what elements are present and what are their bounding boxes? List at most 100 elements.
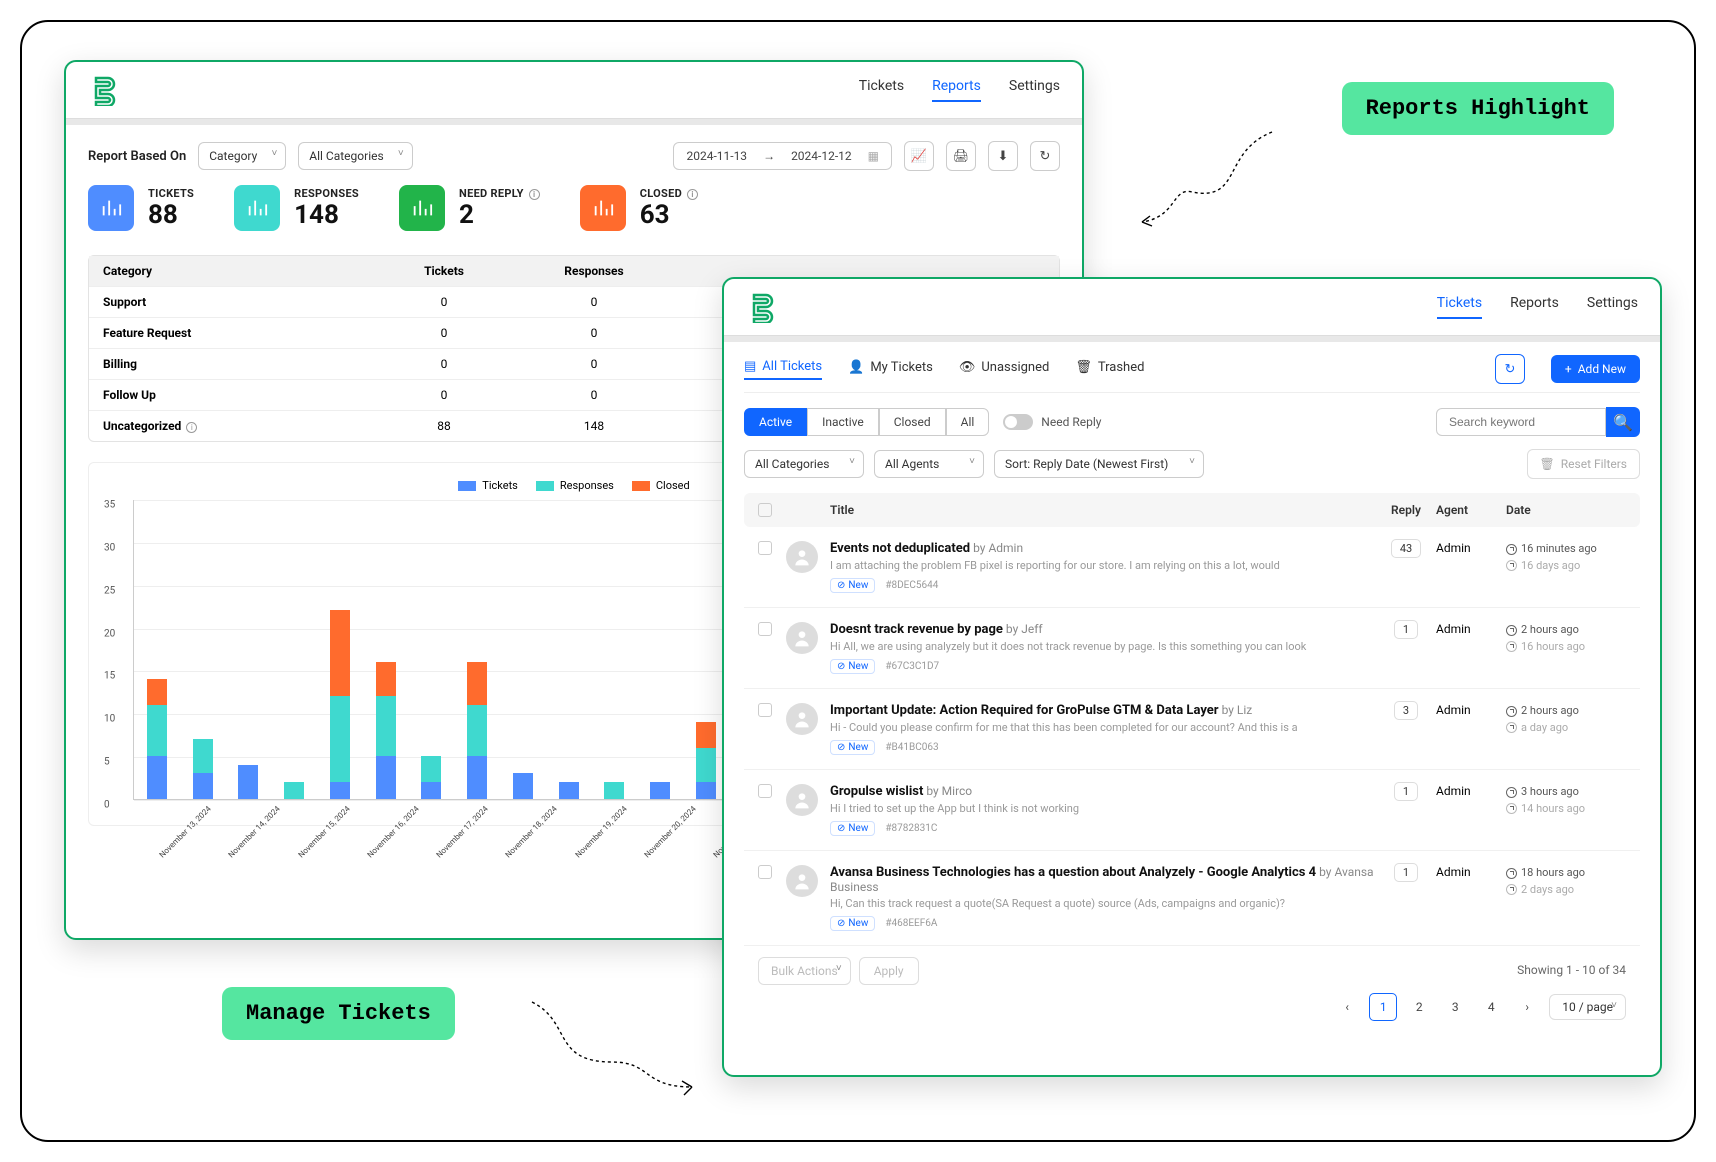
ticket-hash: #8782831C — [885, 823, 937, 834]
pill-inactive[interactable]: Inactive — [807, 408, 879, 436]
need-reply-toggle[interactable]: Need Reply — [1003, 414, 1101, 430]
row-checkbox[interactable] — [758, 865, 772, 879]
ticket-row[interactable]: Events not deduplicated by Admin I am at… — [744, 527, 1640, 608]
tab-reports[interactable]: Reports — [932, 78, 981, 102]
date-from: 2024-11-13 — [686, 149, 747, 163]
tab-settings[interactable]: Settings — [1009, 78, 1060, 102]
reset-filters-button[interactable]: 🗑Reset Filters — [1527, 449, 1640, 479]
bar-column — [409, 756, 455, 799]
ticket-row[interactable]: Gropulse wislist by Mirco Hi I tried to … — [744, 770, 1640, 851]
stat-closed: CLOSED i63 — [580, 185, 698, 231]
cell-responses: 0 — [519, 349, 669, 379]
xtick: November 15, 2024 — [292, 800, 352, 860]
page-1[interactable]: 1 — [1369, 993, 1397, 1021]
info-icon[interactable]: i — [186, 422, 197, 433]
row-checkbox[interactable] — [758, 622, 772, 636]
ticket-row[interactable]: Important Update: Action Required for Gr… — [744, 689, 1640, 770]
page-2[interactable]: 2 — [1405, 993, 1433, 1021]
date-cell: 2 hours ago a day ago — [1506, 703, 1626, 736]
avatar — [786, 865, 818, 897]
bulk-actions-select[interactable]: Bulk Actions — [758, 957, 851, 985]
reply-count: 1 — [1394, 782, 1418, 801]
filter-sort[interactable]: Sort: Reply Date (Newest First) — [994, 450, 1204, 478]
bar-column — [226, 765, 272, 799]
stats-row: TICKETS88 RESPONSES148 NEED REPLY i2 CLO… — [88, 185, 1060, 231]
select-all-checkbox[interactable] — [758, 503, 772, 517]
status-pill-bar: Active Inactive Closed All Need Reply 🔍 — [744, 407, 1640, 437]
stat-tickets-label: TICKETS — [148, 187, 194, 200]
tab-tickets[interactable]: Tickets — [859, 78, 904, 102]
ticket-row[interactable]: Avansa Business Technologies has a quest… — [744, 851, 1640, 946]
bar-segment — [147, 756, 167, 799]
bar-segment — [559, 782, 579, 799]
cell-tickets: 88 — [369, 411, 519, 441]
download-icon[interactable]: ⬇ — [988, 141, 1018, 171]
tab-reports[interactable]: Reports — [1510, 295, 1559, 319]
chart-icon[interactable]: 📈 — [904, 141, 934, 171]
apply-button[interactable]: Apply — [859, 957, 919, 985]
row-checkbox[interactable] — [758, 784, 772, 798]
filter-bar: All Categories All Agents Sort: Reply Da… — [744, 449, 1640, 479]
check-icon: ⊘ — [837, 918, 845, 929]
clock-icon — [1506, 544, 1517, 555]
bar-segment — [513, 773, 533, 799]
xtick: November 18, 2024 — [500, 800, 560, 860]
filter-categories[interactable]: All Categories — [744, 450, 864, 478]
bar-column — [363, 662, 409, 799]
avatar — [786, 703, 818, 735]
bar-column — [134, 679, 180, 799]
legend-swatch — [632, 481, 650, 491]
ticket-row[interactable]: Doesnt track revenue by page by Jeff Hi … — [744, 608, 1640, 689]
ticket-title: Avansa Business Technologies has a quest… — [830, 865, 1316, 880]
tab-settings[interactable]: Settings — [1587, 295, 1638, 319]
date-cell: 2 hours ago 16 hours ago — [1506, 622, 1626, 655]
ytick: 35 — [104, 500, 115, 511]
legend-item[interactable]: Tickets — [458, 479, 518, 492]
pill-all[interactable]: All — [946, 408, 990, 436]
row-checkbox[interactable] — [758, 541, 772, 555]
category-select[interactable]: All Categories — [298, 142, 412, 170]
subtab-trashed[interactable]: 🗑Trashed — [1075, 360, 1144, 379]
ytick: 15 — [104, 671, 115, 682]
subtab-my[interactable]: 👤My Tickets — [848, 360, 933, 379]
stat-closed-value: 63 — [640, 200, 698, 230]
info-icon[interactable]: i — [529, 189, 540, 200]
search-input[interactable] — [1436, 408, 1606, 436]
legend-item[interactable]: Responses — [536, 479, 614, 492]
subtabs: ▤All Tickets 👤My Tickets 👁Unassigned 🗑Tr… — [744, 354, 1640, 393]
agent-name: Admin — [1436, 703, 1506, 717]
filter-agents[interactable]: All Agents — [874, 450, 984, 478]
cell-tickets: 0 — [369, 349, 519, 379]
avatar — [786, 622, 818, 654]
tab-tickets[interactable]: Tickets — [1437, 295, 1482, 319]
ticket-hash: #8DEC5644 — [885, 580, 938, 591]
stat-responses: RESPONSES148 — [234, 185, 359, 231]
page-prev[interactable]: ‹ — [1333, 993, 1361, 1021]
ticket-hash: #67C3C1D7 — [885, 661, 939, 672]
row-checkbox[interactable] — [758, 703, 772, 717]
pill-active[interactable]: Active — [744, 408, 807, 436]
page-3[interactable]: 3 — [1441, 993, 1469, 1021]
date-range-picker[interactable]: 2024-11-13 → 2024-12-12 ▦ — [673, 142, 892, 170]
subtab-unassigned[interactable]: 👁Unassigned — [959, 360, 1049, 379]
add-new-button[interactable]: +Add New — [1551, 355, 1640, 383]
refresh-icon[interactable]: ↻ — [1030, 141, 1060, 171]
clock-icon — [1506, 625, 1517, 636]
bar-segment — [604, 782, 624, 799]
bar-column — [546, 782, 592, 799]
search-button[interactable]: 🔍 — [1606, 407, 1640, 437]
bar-column — [317, 610, 363, 799]
col-responses: Responses — [519, 256, 669, 286]
per-page-select[interactable]: 10 / page — [1549, 994, 1626, 1020]
pill-closed[interactable]: Closed — [879, 408, 946, 436]
bar-segment — [376, 662, 396, 696]
legend-item[interactable]: Closed — [632, 479, 690, 492]
refresh-button[interactable]: ↻ — [1495, 354, 1525, 384]
page-4[interactable]: 4 — [1477, 993, 1505, 1021]
info-icon[interactable]: i — [687, 189, 698, 200]
page-next[interactable]: › — [1513, 993, 1541, 1021]
basis-select[interactable]: Category — [198, 142, 286, 170]
legend-label: Closed — [656, 479, 690, 492]
print-icon[interactable]: 🖨 — [946, 141, 976, 171]
subtab-all[interactable]: ▤All Tickets — [744, 359, 822, 380]
